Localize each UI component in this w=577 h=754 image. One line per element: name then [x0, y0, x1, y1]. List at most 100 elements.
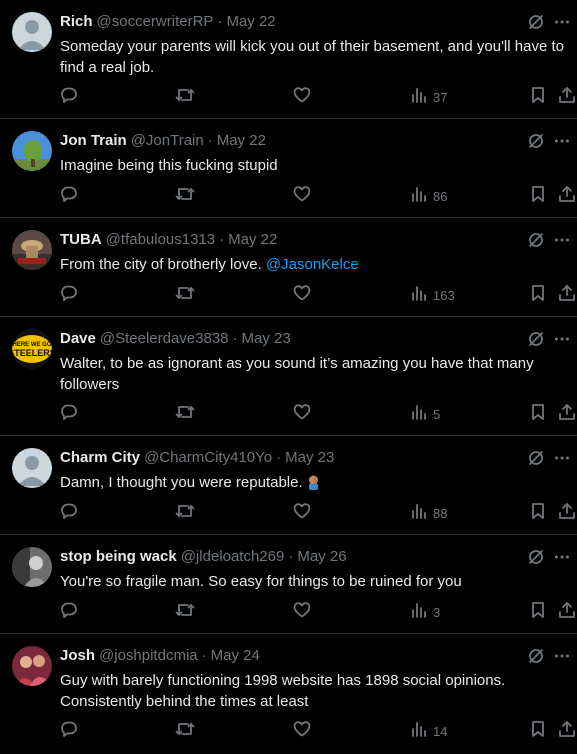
bookmark-button[interactable]	[530, 185, 546, 207]
display-name[interactable]: Josh	[60, 647, 95, 664]
views-button[interactable]: 37	[411, 86, 447, 108]
like-button[interactable]	[293, 601, 311, 623]
post-date[interactable]: May 23	[242, 330, 291, 347]
share-icon	[558, 502, 576, 525]
retweet-button[interactable]	[175, 720, 195, 742]
like-icon	[293, 601, 311, 624]
share-button[interactable]	[558, 720, 576, 742]
grok-icon[interactable]	[525, 230, 547, 250]
share-button[interactable]	[558, 185, 576, 207]
reply-button[interactable]	[60, 720, 78, 742]
views-button[interactable]: 14	[411, 720, 447, 742]
avatar[interactable]	[12, 131, 52, 171]
more-icon[interactable]	[551, 448, 573, 468]
grok-icon[interactable]	[525, 547, 547, 567]
retweet-button[interactable]	[175, 403, 195, 425]
share-button[interactable]	[558, 502, 576, 524]
reply-button[interactable]	[60, 502, 78, 524]
views-button[interactable]: 86	[411, 185, 447, 207]
reply-button[interactable]	[60, 86, 78, 108]
display-name[interactable]: Dave	[60, 330, 96, 347]
like-icon	[293, 86, 311, 109]
user-handle[interactable]: @Steelerdave3838	[100, 330, 229, 347]
display-name[interactable]: stop being wack	[60, 548, 177, 565]
grok-icon[interactable]	[525, 646, 547, 666]
avatar[interactable]	[12, 448, 52, 488]
post-date[interactable]: May 22	[226, 13, 275, 30]
more-icon[interactable]	[551, 547, 573, 567]
reply-button[interactable]	[60, 185, 78, 207]
grok-icon[interactable]	[525, 12, 547, 32]
retweet-button[interactable]	[175, 502, 195, 524]
retweet-button[interactable]	[175, 284, 195, 306]
post-date[interactable]: May 26	[297, 548, 346, 565]
display-name[interactable]: Jon Train	[60, 132, 127, 149]
avatar[interactable]: HERE WE GOSTEELERS	[12, 329, 52, 369]
post-date[interactable]: May 24	[211, 647, 260, 664]
bookmark-button[interactable]	[530, 601, 546, 623]
reply-button[interactable]	[60, 284, 78, 306]
post-date[interactable]: May 22	[228, 231, 277, 248]
share-button[interactable]	[558, 86, 576, 108]
post-date[interactable]: May 22	[217, 132, 266, 149]
share-icon	[558, 185, 576, 208]
reply-button[interactable]	[60, 601, 78, 623]
reply-item[interactable]: stop being wack @jldeloatch269 · May 26 You…	[0, 535, 577, 634]
grok-icon[interactable]	[525, 448, 547, 468]
views-button[interactable]: 3	[411, 601, 440, 623]
separator-dot: ·	[207, 132, 213, 149]
more-icon[interactable]	[551, 12, 573, 32]
post-date[interactable]: May 23	[285, 449, 334, 466]
reply-text: Guy with barely functioning 1998 website…	[60, 672, 506, 710]
like-button[interactable]	[293, 185, 311, 207]
like-button[interactable]	[293, 502, 311, 524]
more-icon[interactable]	[551, 131, 573, 151]
user-handle[interactable]: @tfabulous1313	[106, 231, 215, 248]
reply-item[interactable]: TUBA @tfabulous1313 · May 22 From the city …	[0, 218, 577, 317]
retweet-button[interactable]	[175, 86, 195, 108]
share-button[interactable]	[558, 284, 576, 306]
separator-dot: ·	[232, 330, 238, 347]
views-button[interactable]: 5	[411, 403, 440, 425]
mention-link[interactable]: @JasonKelce	[266, 256, 359, 273]
user-handle[interactable]: @CharmCity410Yo	[144, 449, 272, 466]
share-button[interactable]	[558, 601, 576, 623]
user-handle[interactable]: @joshpitdcmia	[99, 647, 198, 664]
reply-item[interactable]: Rich @soccerwriterRP · May 22 Someday your …	[0, 0, 577, 119]
views-button[interactable]: 88	[411, 502, 447, 524]
display-name[interactable]: TUBA	[60, 231, 102, 248]
avatar[interactable]	[12, 12, 52, 52]
user-handle[interactable]: @jldeloatch269	[181, 548, 285, 565]
avatar[interactable]	[12, 547, 52, 587]
reply-item[interactable]: Josh @joshpitdcmia · May 24 Guy with barely…	[0, 634, 577, 754]
bookmark-button[interactable]	[530, 284, 546, 306]
reply-button[interactable]	[60, 403, 78, 425]
share-button[interactable]	[558, 403, 576, 425]
views-button[interactable]: 163	[411, 284, 455, 306]
retweet-button[interactable]	[175, 185, 195, 207]
bookmark-button[interactable]	[530, 720, 546, 742]
like-button[interactable]	[293, 284, 311, 306]
display-name[interactable]: Rich	[60, 13, 93, 30]
user-handle[interactable]: @JonTrain	[131, 132, 204, 149]
reply-item[interactable]: Jon Train @JonTrain · May 22 Imagine being …	[0, 119, 577, 218]
more-icon[interactable]	[551, 329, 573, 349]
more-icon[interactable]	[551, 646, 573, 666]
grok-icon[interactable]	[525, 131, 547, 151]
user-handle[interactable]: @soccerwriterRP	[97, 13, 214, 30]
grok-icon[interactable]	[525, 329, 547, 349]
more-icon[interactable]	[551, 230, 573, 250]
like-button[interactable]	[293, 720, 311, 742]
bookmark-button[interactable]	[530, 403, 546, 425]
bookmark-button[interactable]	[530, 502, 546, 524]
separator-dot: ·	[219, 231, 225, 248]
reply-item[interactable]: Charm City @CharmCity410Yo · May 23 Damn, I…	[0, 436, 577, 535]
reply-item[interactable]: HERE WE GOSTEELERS Dave@Steelerdave3838·…	[0, 317, 577, 436]
like-button[interactable]	[293, 403, 311, 425]
avatar[interactable]	[12, 646, 52, 686]
avatar[interactable]	[12, 230, 52, 270]
retweet-button[interactable]	[175, 601, 195, 623]
bookmark-button[interactable]	[530, 86, 546, 108]
display-name[interactable]: Charm City	[60, 449, 140, 466]
like-button[interactable]	[293, 86, 311, 108]
